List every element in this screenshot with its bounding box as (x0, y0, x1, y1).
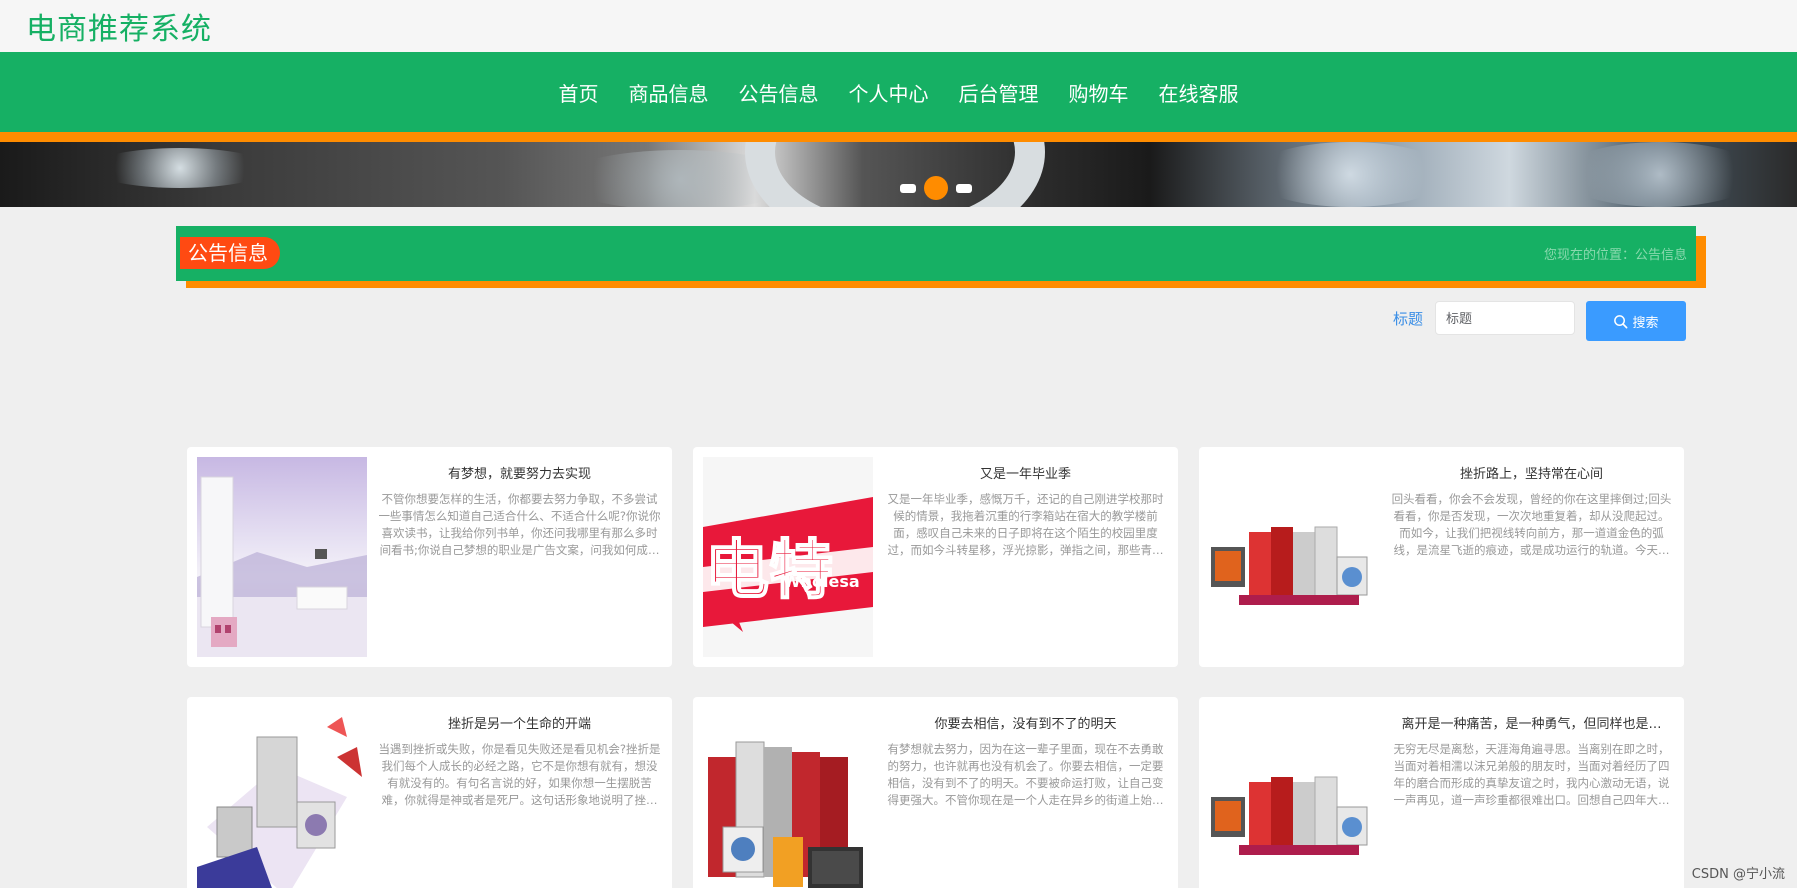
site-header: 电商推荐系统 (0, 0, 1797, 52)
nav-divider (0, 132, 1797, 142)
announcement-excerpt: 有梦想就去努力，因为在这一辈子里面，现在不去勇敢的努力，也许就再也没有机会了。你… (887, 742, 1164, 807)
announcement-excerpt: 当遇到挫折或失败，你是看见失败还是看见机会?挫折是我们每个人成长的必经之路，它不… (378, 742, 661, 807)
search-icon (1614, 314, 1628, 328)
announcement-excerpt: 不管你想要怎样的生活，你都要去努力争取，不多尝试一些事情怎么知道自己适合什么、不… (378, 492, 661, 557)
announcement-thumbnail (197, 707, 367, 888)
announcement-thumbnail (703, 707, 873, 888)
announcement-title[interactable]: 离开是一种痛苦，是一种勇气，但同样也是… (1389, 713, 1674, 732)
carousel-dot[interactable] (956, 183, 972, 193)
nav-item-profile[interactable]: 个人中心 (834, 78, 944, 107)
nav-item-products[interactable]: 商品信息 (614, 78, 724, 107)
banner-decoration (90, 148, 270, 188)
announcement-card[interactable]: 挫折是另一个生命的开端 当遇到挫折或失败，你是看见失败还是看见机会?挫折是我们每… (187, 697, 672, 888)
banner-carousel[interactable] (0, 142, 1797, 207)
announcement-title[interactable]: 挫折路上，坚持常在心间 (1389, 463, 1674, 482)
announcement-excerpt: 无穷无尽是离愁，天涯海角遍寻思。当离别在即之时，当面对着相濡以沫兄弟般的朋友时，… (1393, 742, 1670, 807)
nav-item-support[interactable]: 在线客服 (1144, 78, 1254, 107)
carousel-dot[interactable] (900, 183, 916, 193)
carousel-indicators (900, 176, 972, 200)
banner-decoration (1250, 142, 1450, 207)
nav-item-home[interactable]: 首页 (544, 78, 614, 107)
announcement-thumbnail (1209, 707, 1379, 888)
nav-list: 首页 商品信息 公告信息 个人中心 后台管理 购物车 在线客服 (0, 52, 1797, 132)
announcement-card[interactable]: 你要去相信，没有到不了的明天 有梦想就去努力，因为在这一辈子里面，现在不去勇敢的… (693, 697, 1178, 888)
announcement-card[interactable]: 有梦想，就要努力去实现 不管你想要怎样的生活，你都要去努力争取，不多尝试一些事情… (187, 447, 672, 667)
announcement-card[interactable]: 离开是一种痛苦，是一种勇气，但同样也是… 无穷无尽是离愁，天涯海角遍寻思。当离别… (1199, 697, 1684, 888)
search-label: 标题 (1393, 310, 1424, 328)
banner-decoration (745, 142, 1045, 207)
announcement-title[interactable]: 你要去相信，没有到不了的明天 (883, 713, 1168, 732)
nav-item-admin[interactable]: 后台管理 (944, 78, 1054, 107)
nav-item-cart[interactable]: 购物车 (1054, 78, 1144, 107)
breadcrumb: 您现在的位置：公告信息 (1543, 248, 1687, 263)
svg-text:电特: 电特 (705, 534, 833, 608)
announcement-title[interactable]: 有梦想，就要努力去实现 (377, 463, 662, 482)
search-input[interactable] (1435, 301, 1575, 335)
svg-text:Wholesa: Wholesa (783, 572, 860, 591)
banner-decoration (1560, 142, 1760, 207)
search-button[interactable]: 搜索 (1586, 301, 1686, 341)
section-title: 公告信息 (180, 237, 280, 269)
announcement-card[interactable]: 电特 Wholesa 又是一年毕业季 又是一年毕业季，感慨万千，还记的自己刚进学… (693, 447, 1178, 667)
announcement-thumbnail (1209, 457, 1379, 657)
site-title: 电商推荐系统 (26, 12, 212, 47)
carousel-dot-active[interactable] (924, 176, 948, 200)
announcement-thumbnail: 电特 Wholesa (703, 457, 873, 657)
announcement-excerpt: 又是一年毕业季，感慨万千，还记的自己刚进学校那时候的情景，我拖着沉重的行李箱站在… (887, 492, 1164, 557)
nav-item-announcements[interactable]: 公告信息 (724, 78, 834, 107)
search-button-label: 搜索 (1632, 314, 1659, 330)
watermark: CSDN @宁小流 (1691, 867, 1785, 882)
announcement-thumbnail (197, 457, 367, 657)
announcement-excerpt: 回头看看，你会不会发现，曾经的你在这里摔倒过;回头看看，你是否发现，一次次地重复… (1391, 492, 1672, 557)
announcement-title[interactable]: 又是一年毕业季 (883, 463, 1168, 482)
announcement-card[interactable]: 挫折路上，坚持常在心间 回头看看，你会不会发现，曾经的你在这里摔倒过;回头看看，… (1199, 447, 1684, 667)
main-nav: 首页 商品信息 公告信息 个人中心 后台管理 购物车 在线客服 (0, 52, 1797, 132)
announcement-title[interactable]: 挫折是另一个生命的开端 (377, 713, 662, 732)
section-header (176, 226, 1696, 281)
